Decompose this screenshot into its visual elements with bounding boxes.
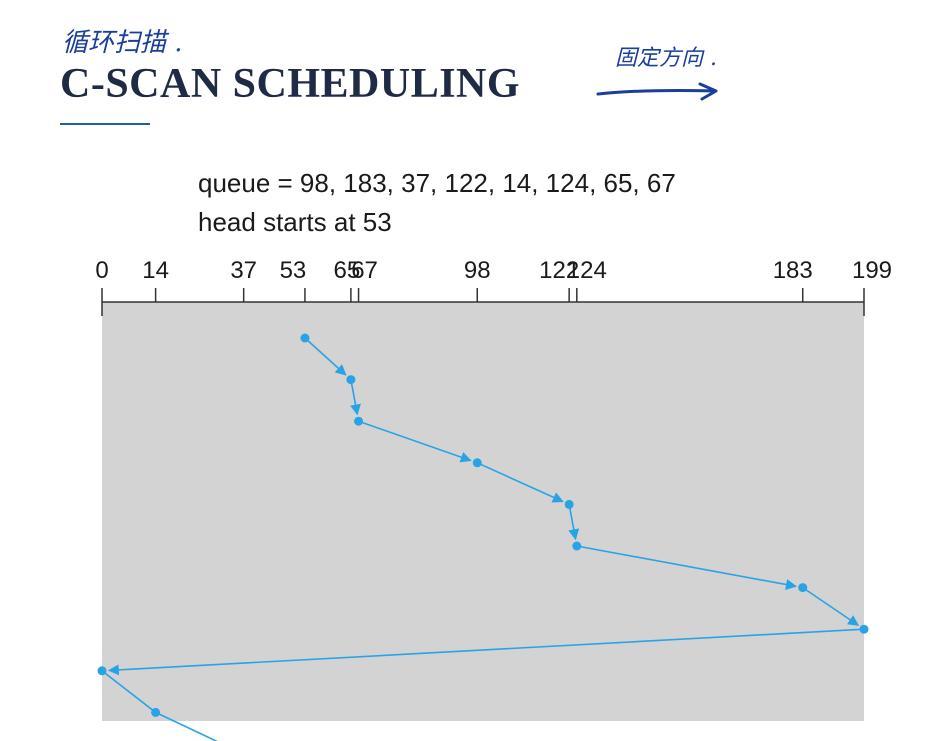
tick-label-37: 37 (230, 257, 257, 284)
path-point-53 (300, 333, 310, 343)
path-point-122 (564, 499, 574, 509)
path-point-98 (472, 458, 482, 468)
cscan-diagram: 0 14 37 53 6567 98 122124 183 199 (95, 257, 892, 741)
tick-label-0: 0 (95, 257, 108, 284)
tick-label-98: 98 (464, 257, 491, 284)
path-point-183 (798, 583, 808, 593)
tick-label-14: 14 (142, 257, 169, 284)
path-point-124 (572, 541, 582, 551)
tick-label-124: 124 (567, 257, 607, 284)
tick-label-183: 183 (773, 257, 813, 284)
tick-label-67: 67 (351, 257, 378, 284)
tick-label-53: 53 (280, 257, 307, 284)
path-point-67 (354, 416, 364, 426)
track-panel (102, 302, 864, 721)
tick-label-199: 199 (852, 257, 892, 284)
path-point-199 (859, 624, 869, 634)
path-point-0 (97, 666, 107, 676)
path-point-14 (151, 707, 161, 717)
path-point-65 (346, 375, 356, 385)
